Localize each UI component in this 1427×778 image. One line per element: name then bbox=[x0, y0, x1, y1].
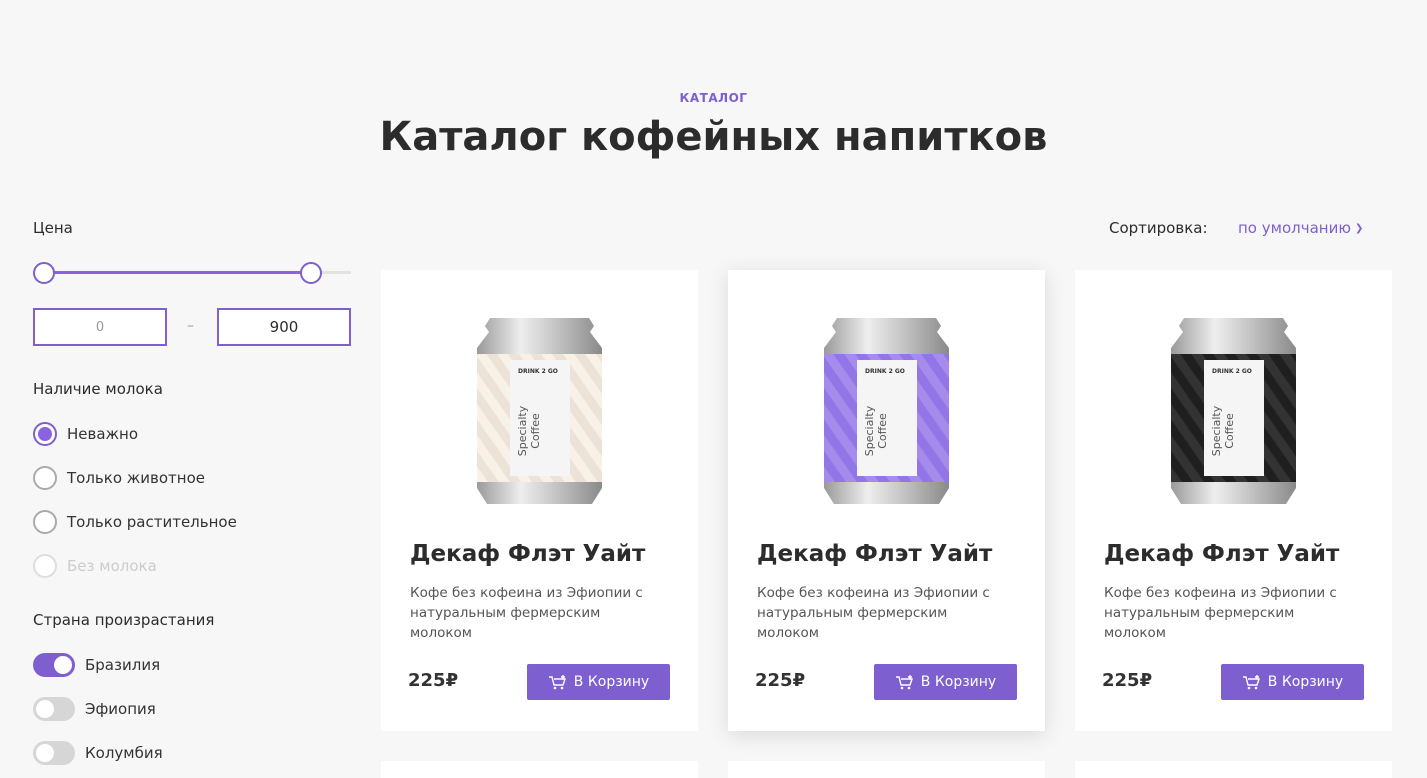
can-label-line: Specialty bbox=[1210, 405, 1223, 457]
price-slider-min-handle[interactable] bbox=[33, 262, 55, 284]
add-to-cart-button[interactable]: В Корзину bbox=[527, 664, 670, 700]
cart-add-icon bbox=[1242, 675, 1260, 690]
milk-option-label: Только растительное bbox=[67, 513, 237, 531]
product-card[interactable]: DRINK 2 GO Specialty Coffee Декаф Флэт Уайт… bbox=[381, 270, 698, 731]
country-option[interactable]: Колумбия bbox=[33, 741, 163, 765]
price-max-input[interactable] bbox=[217, 308, 351, 346]
can-brand-text: DRINK 2 GO bbox=[518, 368, 558, 375]
product-card[interactable]: DRINK 2 GO Specialty Coffee Декаф Флэт Уайт… bbox=[1075, 270, 1392, 731]
sort-value: по умолчанию bbox=[1238, 219, 1351, 237]
product-card[interactable]: DRINK 2 GO Specialty Coffee Декаф Флэт Уайт… bbox=[728, 270, 1045, 731]
milk-option: Без молока bbox=[33, 554, 157, 578]
add-to-cart-label: В Корзину bbox=[920, 674, 997, 690]
add-to-cart-button[interactable]: В Корзину bbox=[1221, 664, 1364, 700]
toggle-switch[interactable] bbox=[33, 741, 75, 765]
can-label-text: Specialty Coffee bbox=[863, 401, 889, 461]
toggle-switch[interactable] bbox=[33, 653, 75, 677]
radio-button[interactable] bbox=[33, 422, 57, 446]
product-card-partial bbox=[381, 761, 698, 778]
milk-option[interactable]: Только животное bbox=[33, 466, 205, 490]
milk-option[interactable]: Неважно bbox=[33, 422, 138, 446]
price-filter-label: Цена bbox=[33, 219, 73, 237]
can-label-text: Specialty Coffee bbox=[1210, 401, 1236, 461]
radio-button bbox=[33, 554, 57, 578]
product-price: 225₽ bbox=[1102, 670, 1153, 691]
toggle-switch[interactable] bbox=[33, 697, 75, 721]
section-eyebrow: КАТАЛОГ bbox=[679, 91, 748, 105]
product-title[interactable]: Декаф Флэт Уайт bbox=[1104, 541, 1339, 567]
country-option-label: Бразилия bbox=[85, 656, 161, 674]
can-label-text: Specialty Coffee bbox=[516, 401, 542, 461]
country-option[interactable]: Эфиопия bbox=[33, 697, 156, 721]
milk-option[interactable]: Только растительное bbox=[33, 510, 237, 534]
can-label-line: Coffee bbox=[529, 413, 542, 449]
country-option-label: Колумбия bbox=[85, 744, 163, 762]
product-title[interactable]: Декаф Флэт Уайт bbox=[757, 541, 992, 567]
price-slider-range bbox=[44, 271, 312, 274]
product-card-partial bbox=[728, 761, 1045, 778]
chevron-down-icon: ❯ bbox=[1354, 223, 1364, 234]
milk-option-label: Неважно bbox=[67, 425, 139, 443]
sort-label: Сортировка: bbox=[1109, 219, 1208, 237]
price-slider-max-handle[interactable] bbox=[300, 262, 323, 284]
country-option-label: Эфиопия bbox=[85, 700, 156, 718]
can-brand-text: DRINK 2 GO bbox=[1212, 368, 1252, 375]
product-description: Кофе без кофеина из Эфиопии с натуральны… bbox=[410, 585, 643, 641]
can-label-line: Coffee bbox=[876, 413, 889, 449]
product-price: 225₽ bbox=[408, 670, 459, 691]
milk-option-label: Только животное bbox=[67, 469, 206, 487]
price-range-dash: – bbox=[187, 318, 194, 334]
price-min-input[interactable] bbox=[33, 308, 167, 346]
product-card-partial bbox=[1075, 761, 1392, 778]
can-brand-text: DRINK 2 GO bbox=[865, 368, 905, 375]
product-price: 225₽ bbox=[755, 670, 806, 691]
product-description: Кофе без кофеина из Эфиопии с натуральны… bbox=[1104, 585, 1337, 641]
add-to-cart-label: В Корзину bbox=[1267, 674, 1344, 690]
radio-button[interactable] bbox=[33, 466, 57, 490]
product-description: Кофе без кофеина из Эфиопии с натуральны… bbox=[757, 585, 990, 641]
country-option[interactable]: Бразилия bbox=[33, 653, 160, 677]
can-label-line: Specialty bbox=[516, 405, 529, 457]
can-label-line: Specialty bbox=[863, 405, 876, 457]
radio-button[interactable] bbox=[33, 510, 57, 534]
add-to-cart-button[interactable]: В Корзину bbox=[874, 664, 1017, 700]
sort-dropdown[interactable]: по умолчанию ❯ bbox=[1238, 219, 1363, 237]
milk-filter-label: Наличие молока bbox=[33, 380, 163, 398]
cart-add-icon bbox=[548, 675, 566, 690]
page-title: Каталог кофейных напитков bbox=[379, 114, 1048, 160]
country-filter-label: Страна произрастания bbox=[33, 611, 215, 629]
product-title[interactable]: Декаф Флэт Уайт bbox=[410, 541, 645, 567]
milk-option-label: Без молока bbox=[67, 557, 157, 575]
can-label-line: Coffee bbox=[1223, 413, 1236, 449]
cart-add-icon bbox=[895, 675, 913, 690]
add-to-cart-label: В Корзину bbox=[573, 674, 650, 690]
